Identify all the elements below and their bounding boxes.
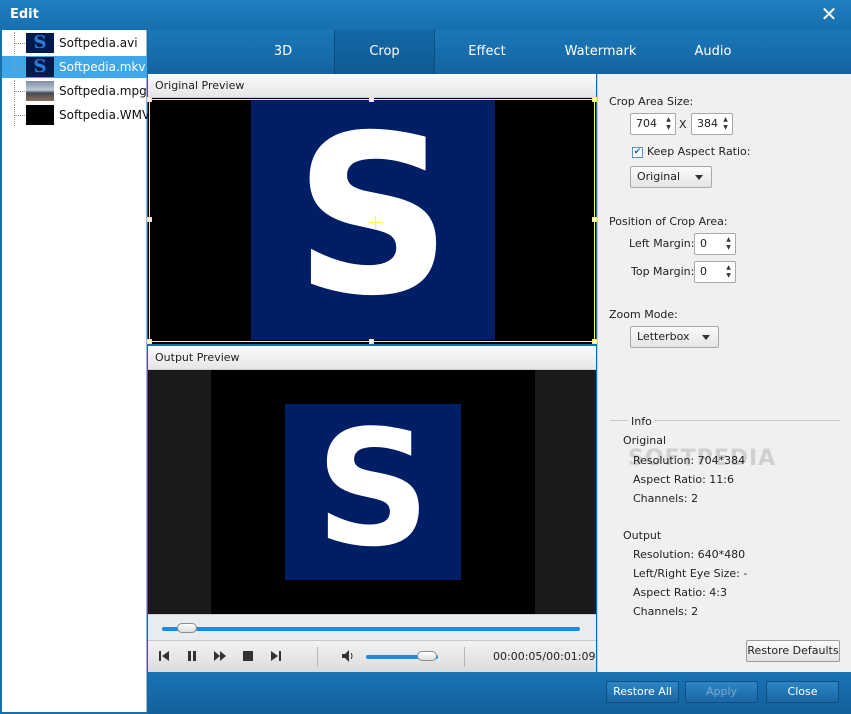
divider xyxy=(464,647,465,667)
info-title: Info xyxy=(628,415,655,428)
output-preview-header: Output Preview xyxy=(148,346,596,370)
info-original-aspect: Aspect Ratio: 11:6 xyxy=(633,473,735,486)
restore-defaults-button[interactable]: Restore Defaults xyxy=(746,640,840,662)
info-output-title: Output xyxy=(623,529,662,542)
video-thumbnail: S xyxy=(26,33,54,53)
top-margin-value: 0 xyxy=(700,265,707,278)
keep-aspect-checkbox[interactable]: ✔ xyxy=(632,147,643,158)
info-original-title: Original xyxy=(623,434,667,447)
crop-settings-panel: Crop Area Size: 704 ▲ ▼ X 384 ▲ ▼ ✔ Keep A… xyxy=(597,74,851,672)
seek-bar-row xyxy=(148,614,596,640)
zoom-mode-label: Zoom Mode: xyxy=(609,308,678,321)
chevron-down-icon xyxy=(695,175,703,180)
close-button[interactable]: Close xyxy=(766,681,839,703)
file-name: Softpedia.mkv xyxy=(59,60,146,74)
original-preview[interactable]: S xyxy=(147,97,597,344)
left-margin-label: Left Margin: xyxy=(629,237,695,250)
seek-track[interactable] xyxy=(162,627,580,631)
file-name: Softpedia.avi xyxy=(59,36,138,50)
info-output-resolution: Resolution: 640*480 xyxy=(633,548,746,561)
tab-3d[interactable]: 3D xyxy=(248,30,318,74)
window-title: Edit xyxy=(10,7,39,22)
file-item-avi[interactable]: S Softpedia.avi xyxy=(2,32,147,54)
file-item-mpg[interactable]: Softpedia.mpg xyxy=(2,80,147,102)
times-label: X xyxy=(679,118,687,131)
letterbox-frame: S xyxy=(211,370,535,614)
aspect-ratio-dropdown[interactable]: Original xyxy=(630,166,712,188)
info-original-channels: Channels: 2 xyxy=(633,492,699,505)
playback-controls: 00:00:05/00:01:09 xyxy=(148,640,596,672)
bottom-bar: Restore All Apply Close xyxy=(148,672,851,714)
crop-width-value: 704 xyxy=(636,117,657,130)
tab-bar: 3D Crop Effect Watermark Audio xyxy=(148,30,851,74)
chevron-down-icon xyxy=(702,335,710,340)
zoom-mode-dropdown[interactable]: Letterbox xyxy=(630,326,719,348)
volume-thumb[interactable] xyxy=(417,651,438,661)
crop-handle-top-left[interactable] xyxy=(147,97,152,102)
file-name: Softpedia.WMV xyxy=(59,108,151,122)
close-icon[interactable]: ✕ xyxy=(819,4,839,24)
spinner-arrows-icon[interactable]: ▲ ▼ xyxy=(721,116,730,132)
keep-aspect-label: Keep Aspect Ratio: xyxy=(647,145,751,158)
crop-width-input[interactable]: 704 ▲ ▼ xyxy=(630,113,676,135)
top-margin-input[interactable]: 0 ▲ ▼ xyxy=(694,261,736,283)
crop-area-size-label: Crop Area Size: xyxy=(609,95,694,108)
info-output-eye-size: Left/Right Eye Size: - xyxy=(633,567,748,580)
skip-forward-icon[interactable] xyxy=(268,648,284,664)
crop-handle-top[interactable] xyxy=(369,97,374,102)
tab-effect[interactable]: Effect xyxy=(452,30,522,74)
skip-back-icon[interactable] xyxy=(156,648,172,664)
crop-handle-bottom-left[interactable] xyxy=(147,339,152,344)
crop-handle-left[interactable] xyxy=(147,217,152,222)
video-thumbnail xyxy=(26,105,54,125)
crop-position-label: Position of Crop Area: xyxy=(609,215,728,228)
fast-forward-icon[interactable] xyxy=(212,648,228,664)
aspect-ratio-value: Original xyxy=(637,170,681,183)
top-margin-label: Top Margin: xyxy=(631,265,695,278)
file-list: S Softpedia.avi S Softpedia.mkv Softpedi… xyxy=(2,30,151,712)
file-item-mkv[interactable]: S Softpedia.mkv xyxy=(2,56,147,78)
apply-button[interactable]: Apply xyxy=(685,681,758,703)
tab-audio[interactable]: Audio xyxy=(678,30,748,74)
tab-crop[interactable]: Crop xyxy=(334,30,435,74)
zoom-mode-value: Letterbox xyxy=(637,330,690,343)
crop-height-input[interactable]: 384 ▲ ▼ xyxy=(691,113,733,135)
volume-icon[interactable] xyxy=(340,648,356,664)
title-bar: Edit ✕ xyxy=(0,0,851,30)
stop-icon[interactable] xyxy=(240,648,256,664)
spinner-arrows-icon[interactable]: ▲ ▼ xyxy=(724,236,733,252)
video-thumbnail: S xyxy=(26,57,54,77)
pause-icon[interactable] xyxy=(184,648,200,664)
spinner-arrows-icon[interactable]: ▲ ▼ xyxy=(664,116,673,132)
timecode: 00:00:05/00:01:09 xyxy=(493,650,596,663)
crop-handle-bottom[interactable] xyxy=(369,339,374,344)
restore-all-button[interactable]: Restore All xyxy=(606,681,679,703)
tree-connector xyxy=(14,80,25,102)
tab-watermark[interactable]: Watermark xyxy=(558,30,643,74)
seek-thumb[interactable] xyxy=(177,623,198,633)
left-margin-value: 0 xyxy=(700,237,707,250)
left-margin-input[interactable]: 0 ▲ ▼ xyxy=(694,233,736,255)
video-frame: S xyxy=(285,404,461,580)
crop-height-value: 384 xyxy=(697,117,718,130)
info-output-channels: Channels: 2 xyxy=(633,605,699,618)
crosshair-icon[interactable] xyxy=(369,216,382,229)
file-item-wmv[interactable]: Softpedia.WMV xyxy=(2,104,151,126)
output-preview: S xyxy=(148,370,596,614)
tree-connector xyxy=(14,32,25,54)
spinner-arrows-icon[interactable]: ▲ ▼ xyxy=(724,264,733,280)
info-output-aspect: Aspect Ratio: 4:3 xyxy=(633,586,728,599)
video-thumbnail xyxy=(26,81,54,101)
file-name: Softpedia.mpg xyxy=(59,84,147,98)
tree-connector xyxy=(14,56,25,78)
frame-letter: S xyxy=(315,395,431,582)
tree-connector xyxy=(14,104,25,126)
crop-frame[interactable] xyxy=(147,97,597,344)
divider xyxy=(317,647,318,667)
info-original-resolution: Resolution: 704*384 xyxy=(633,454,746,467)
